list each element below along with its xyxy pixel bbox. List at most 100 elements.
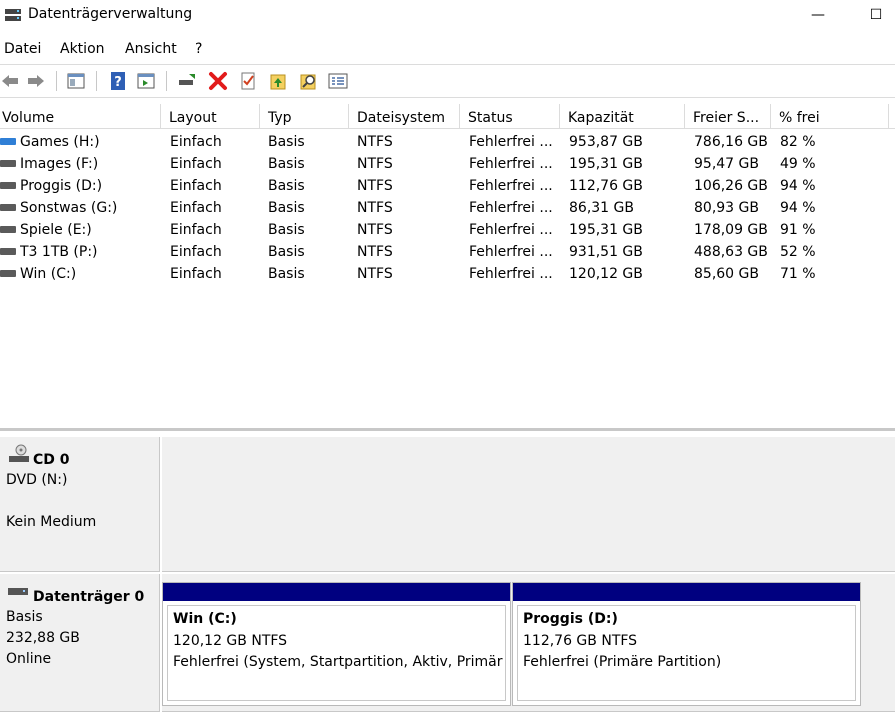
partition-header-bar <box>163 583 510 601</box>
cell-dateisystem: NTFS <box>357 200 393 216</box>
disk-area-cd0[interactable] <box>162 437 895 572</box>
cell-layout: Einfach <box>170 222 222 238</box>
cell-status: Fehlerfrei ... <box>469 244 553 260</box>
pane-splitter[interactable] <box>0 428 895 431</box>
partition-size: 112,76 GB NTFS <box>523 633 638 649</box>
action-pane-icon[interactable] <box>136 71 156 91</box>
cell-layout: Einfach <box>170 178 222 194</box>
cell-freier-speicher: 106,26 GB <box>694 178 768 194</box>
menu-aktion[interactable]: Aktion <box>60 41 105 57</box>
check-icon[interactable] <box>238 71 258 91</box>
toolbar: ? <box>0 64 895 98</box>
menu-ansicht[interactable]: Ansicht <box>125 41 177 57</box>
cell-prozent-frei: 94 % <box>780 200 816 216</box>
delete-icon[interactable] <box>208 71 228 91</box>
cell-typ: Basis <box>268 222 305 238</box>
cell-dateisystem: NTFS <box>357 244 393 260</box>
disk-label-cd0[interactable]: CD 0 DVD (N:) Kein Medium <box>0 437 160 572</box>
column-header-freier-speicher[interactable]: Freier S... <box>685 104 771 128</box>
cd0-media-status: Kein Medium <box>6 514 97 530</box>
cell-layout: Einfach <box>170 134 222 150</box>
volume-drive-icon <box>0 226 16 233</box>
table-row[interactable]: Images (F:) Einfach Basis NTFS Fehlerfrei ..… <box>0 153 895 175</box>
cd0-drive-letter: DVD (N:) <box>6 472 68 488</box>
disk0-status: Online <box>6 651 52 667</box>
table-row[interactable]: Sonstwas (G:) Einfach Basis NTFS Fehlerfrei … <box>0 197 895 219</box>
cell-volume: T3 1TB (P:) <box>20 244 98 260</box>
minimize-button[interactable]: — <box>798 2 838 28</box>
volume-drive-icon <box>0 270 16 277</box>
cell-status: Fehlerfrei ... <box>469 222 553 238</box>
partition-status: Fehlerfrei (Primäre Partition) <box>523 654 722 670</box>
column-header-volume[interactable]: Volume <box>0 104 161 128</box>
cell-typ: Basis <box>268 156 305 172</box>
find-icon[interactable] <box>298 71 318 91</box>
table-row[interactable]: Games (H:) Einfach Basis NTFS Fehlerfrei ...… <box>0 131 895 153</box>
disk0-type: Basis <box>6 609 43 625</box>
volume-drive-icon <box>0 160 16 167</box>
cell-kapazitaet: 86,31 GB <box>569 200 634 216</box>
cell-kapazitaet: 195,31 GB <box>569 222 643 238</box>
hard-disk-icon <box>8 588 28 595</box>
cell-volume: Games (H:) <box>20 134 100 150</box>
cell-prozent-frei: 82 % <box>780 134 816 150</box>
cell-kapazitaet: 112,76 GB <box>569 178 643 194</box>
disk-label-disk0[interactable]: Datenträger 0 Basis 232,88 GB Online <box>0 574 160 712</box>
properties-icon[interactable] <box>328 71 348 91</box>
disk-management-app-icon <box>5 9 21 21</box>
cell-typ: Basis <box>268 200 305 216</box>
table-row[interactable]: T3 1TB (P:) Einfach Basis NTFS Fehlerfrei ..… <box>0 241 895 263</box>
cell-prozent-frei: 91 % <box>780 222 816 238</box>
cell-freier-speicher: 85,60 GB <box>694 266 759 282</box>
cell-typ: Basis <box>268 266 305 282</box>
cell-dateisystem: NTFS <box>357 178 393 194</box>
cell-prozent-frei: 94 % <box>780 178 816 194</box>
title-bar: Datenträgerverwaltung — ☐ <box>0 0 895 32</box>
menu-bar: Datei Aktion Ansicht ? <box>0 38 895 60</box>
partition-status: Fehlerfrei (System, Startpartition, Akti… <box>173 654 503 670</box>
table-row[interactable]: Win (C:) Einfach Basis NTFS Fehlerfrei ... 12… <box>0 263 895 285</box>
cell-volume: Sonstwas (G:) <box>20 200 118 216</box>
cell-volume: Proggis (D:) <box>20 178 103 194</box>
menu-help[interactable]: ? <box>195 41 202 57</box>
maximize-button[interactable]: ☐ <box>856 2 895 28</box>
cell-kapazitaet: 953,87 GB <box>569 134 643 150</box>
cell-status: Fehlerfrei ... <box>469 266 553 282</box>
cell-volume: Spiele (E:) <box>20 222 92 238</box>
cell-status: Fehlerfrei ... <box>469 200 553 216</box>
column-header-typ[interactable]: Typ <box>260 104 349 128</box>
partition-name: Win (C:) <box>173 611 237 627</box>
console-tree-icon[interactable] <box>66 71 86 91</box>
column-header-status[interactable]: Status <box>460 104 560 128</box>
menu-datei[interactable]: Datei <box>4 41 41 57</box>
cell-dateisystem: NTFS <box>357 266 393 282</box>
cd-drive-icon <box>9 444 29 462</box>
partition-proggis-d[interactable]: Proggis (D:) 112,76 GB NTFS Fehlerfrei (… <box>512 582 861 706</box>
table-row[interactable]: Proggis (D:) Einfach Basis NTFS Fehlerfrei .… <box>0 175 895 197</box>
column-header-dateisystem[interactable]: Dateisystem <box>349 104 460 128</box>
volume-list-header: Volume Layout Typ Dateisystem Status Kap… <box>0 104 895 129</box>
cell-layout: Einfach <box>170 200 222 216</box>
cell-prozent-frei: 71 % <box>780 266 816 282</box>
volume-drive-icon <box>0 248 16 255</box>
window-title: Datenträgerverwaltung <box>28 6 193 22</box>
table-row[interactable]: Spiele (E:) Einfach Basis NTFS Fehlerfrei ..… <box>0 219 895 241</box>
help-icon[interactable]: ? <box>108 71 128 91</box>
disk-name-cd0: CD 0 <box>33 452 70 468</box>
cell-freier-speicher: 178,09 GB <box>694 222 768 238</box>
toolbar-separator <box>166 71 167 91</box>
column-header-layout[interactable]: Layout <box>161 104 260 128</box>
connect-disk-icon[interactable] <box>177 71 197 91</box>
column-header-kapazitaet[interactable]: Kapazität <box>560 104 685 128</box>
cell-kapazitaet: 931,51 GB <box>569 244 643 260</box>
cell-dateisystem: NTFS <box>357 134 393 150</box>
column-header-prozent-frei[interactable]: % frei <box>771 104 889 128</box>
partition-name: Proggis (D:) <box>523 611 618 627</box>
back-icon[interactable] <box>0 71 20 91</box>
partition-header-bar <box>513 583 860 601</box>
cell-kapazitaet: 120,12 GB <box>569 266 643 282</box>
import-icon[interactable] <box>268 71 288 91</box>
partition-win-c[interactable]: Win (C:) 120,12 GB NTFS Fehlerfrei (Syst… <box>162 582 511 706</box>
forward-icon[interactable] <box>26 71 46 91</box>
cell-status: Fehlerfrei ... <box>469 156 553 172</box>
